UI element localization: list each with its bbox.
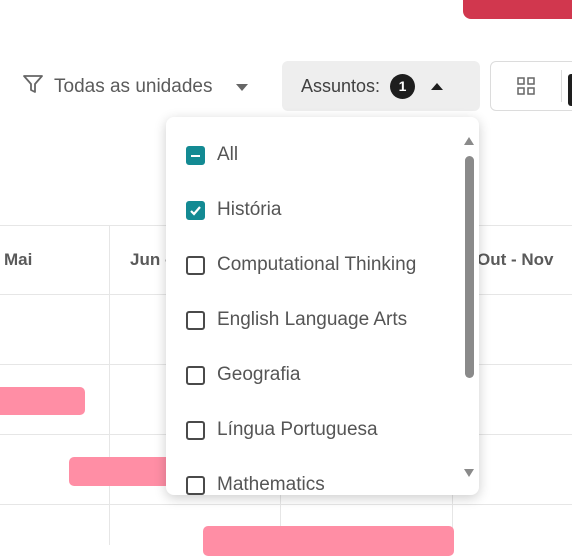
timeline-column-header: Jun - <box>130 250 171 269</box>
subjects-label: Assuntos: <box>301 75 381 96</box>
checkbox-indeterminate[interactable] <box>186 145 205 165</box>
subject-option-label: Computational Thinking <box>217 254 417 275</box>
subject-option-all[interactable]: All <box>186 142 238 168</box>
subject-option-geografia[interactable]: Geografia <box>186 362 300 388</box>
scrollbar-thumb[interactable] <box>465 156 474 378</box>
grid-column-divider <box>109 225 110 545</box>
units-filter-dropdown[interactable]: Todas as unidades <box>22 72 249 102</box>
subject-option-english-language-arts[interactable]: English Language Arts <box>186 307 407 333</box>
subject-option-label: História <box>217 199 282 220</box>
checkbox-unchecked[interactable] <box>186 475 205 495</box>
subject-option-computational-thinking[interactable]: Computational Thinking <box>186 252 416 278</box>
subject-option-label: All <box>217 144 239 165</box>
subject-option-mathematics[interactable]: Mathematics <box>186 472 325 495</box>
scroll-down-arrow-icon[interactable] <box>464 469 474 477</box>
checkbox-unchecked[interactable] <box>186 310 205 330</box>
scroll-up-arrow-icon[interactable] <box>464 137 474 145</box>
filter-icon <box>22 73 44 101</box>
grid-view-icon[interactable] <box>517 77 535 100</box>
units-filter-label: Todas as unidades <box>54 76 213 97</box>
view-toggle[interactable] <box>490 61 572 111</box>
subject-option-lingua-portuguesa[interactable]: Língua Portuguesa <box>186 417 378 443</box>
list-view-segment[interactable] <box>568 74 572 106</box>
checkbox-unchecked[interactable] <box>186 255 205 275</box>
checkbox-unchecked[interactable] <box>186 365 205 385</box>
subjects-filter-button[interactable]: Assuntos: 1 <box>282 61 480 111</box>
timeline-column-header: Mai <box>4 250 33 269</box>
subjects-count-badge: 1 <box>390 73 416 99</box>
grid-line <box>0 504 572 505</box>
timeline-bar[interactable] <box>0 387 85 415</box>
subject-option-label: English Language Arts <box>217 309 408 330</box>
subject-option-label: Língua Portuguesa <box>217 419 378 440</box>
primary-action-button[interactable] <box>463 0 572 19</box>
toggle-divider <box>561 70 562 102</box>
chevron-up-icon <box>431 82 444 90</box>
timeline-bar[interactable] <box>203 526 454 556</box>
subject-option-label: Geografia <box>217 364 301 385</box>
timeline-column-header: Out - Nov <box>477 250 554 269</box>
subjects-dropdown-menu: All História Computational Thinking Engl… <box>166 117 479 495</box>
subject-option-label: Mathematics <box>217 474 325 495</box>
checkbox-unchecked[interactable] <box>186 420 205 440</box>
chevron-down-icon <box>236 83 249 91</box>
subject-option-historia[interactable]: História <box>186 197 281 223</box>
checkbox-checked[interactable] <box>186 200 205 220</box>
